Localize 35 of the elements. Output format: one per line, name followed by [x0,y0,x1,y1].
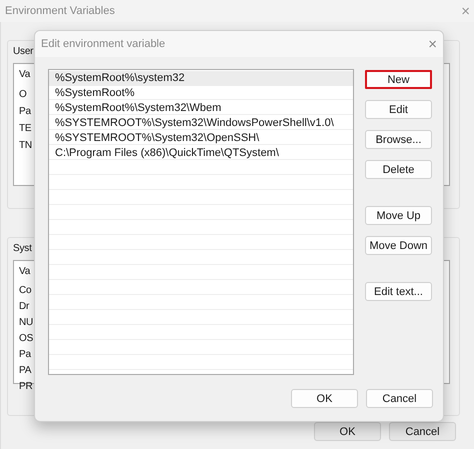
list-item[interactable]: Pa [19,105,31,118]
side-button[interactable]: Browse... [365,130,432,149]
side-button[interactable]: Edit text... [365,282,432,301]
path-entry[interactable]: %SYSTEMROOT%\System32\OpenSSH\ [49,131,353,146]
dialog-title: Edit environment variable [41,38,166,50]
column-header: Va [19,68,30,81]
list-item[interactable]: OS [19,332,34,345]
path-entry[interactable]: C:\Program Files (x86)\QuickTime\QTSystem\ [49,146,353,161]
list-item[interactable]: Dr [19,300,30,313]
list-item[interactable]: NU [19,316,34,329]
side-button[interactable]: Delete [365,160,432,179]
dialog-button[interactable]: Cancel [366,389,433,408]
column-header: Va [19,265,30,278]
list-item[interactable]: Co [19,284,32,297]
list-item[interactable]: TE [19,122,32,135]
path-entry[interactable]: %SYSTEMROOT%\System32\WindowsPowerShell\v1.0\ [49,116,353,131]
window-title: Environment Variables [5,5,115,17]
path-entry[interactable]: %SystemRoot%\System32\Wbem [49,101,353,116]
dialog-button[interactable]: Cancel [389,422,456,441]
list-item[interactable]: PA [19,364,32,377]
dialog-button[interactable]: OK [314,422,381,441]
side-button[interactable]: Edit [365,100,432,119]
list-item[interactable]: PR [19,380,32,393]
side-button[interactable]: Move Up [365,206,432,225]
path-entry[interactable]: %SystemRoot% [49,86,353,101]
group-label: Syst [13,243,32,254]
path-list[interactable]: %SystemRoot%\system32 %SystemRoot% %SystemRoot%\System32\Wbem %SYSTEMROOT%\System32\WindowsPowerShell\v1.0\ %SYSTEMROOT%\System32\OpenSSH\ C:\Program Files (x86)\QuickTime\QTSystem\ [48,69,354,375]
list-item[interactable]: O [19,88,27,101]
side-button[interactable]: New [365,70,432,89]
group-label: User [13,46,34,57]
list-item[interactable]: TN [19,139,32,152]
path-entry[interactable]: %SystemRoot%\system32 [49,71,353,86]
list-item[interactable]: Pa [19,348,31,361]
dialog-button[interactable]: OK [291,389,358,408]
side-button[interactable]: Move Down [365,236,432,255]
